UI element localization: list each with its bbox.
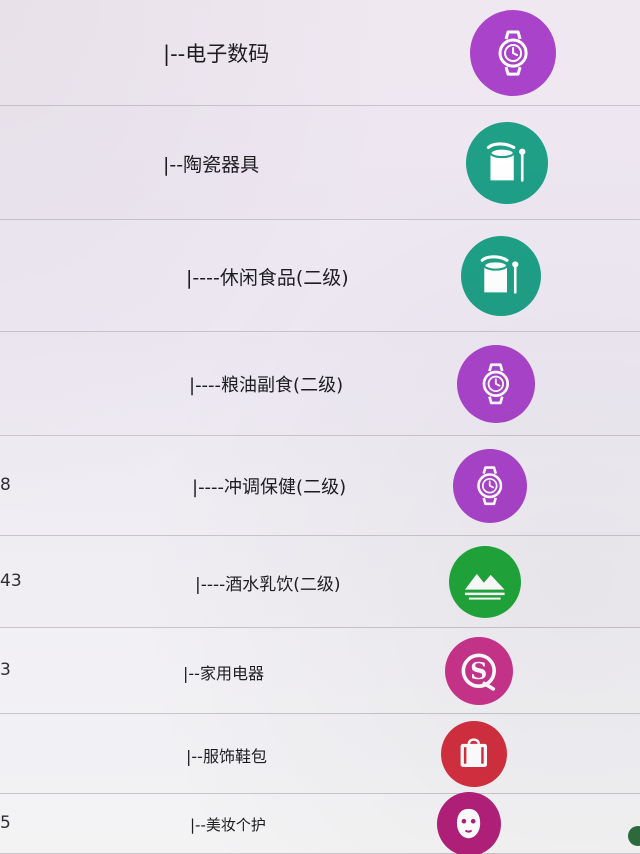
category-row[interactable]: 43 |----酒水乳饮(二级): [0, 536, 640, 628]
watch-icon: [453, 449, 527, 523]
watch-icon: [457, 345, 535, 423]
category-name: |----酒水乳饮(二级): [195, 575, 341, 596]
category-name: |----粮油副食(二级): [189, 375, 344, 397]
category-row[interactable]: |--服饰鞋包: [0, 714, 640, 794]
face-mask-icon: [437, 792, 501, 854]
category-row[interactable]: |----休闲食品(二级): [0, 220, 640, 332]
svg-text:S: S: [470, 657, 487, 685]
category-id: 43: [0, 571, 22, 591]
cup-icon: [466, 122, 548, 204]
bag-icon: [441, 721, 507, 787]
category-row[interactable]: 8 |----冲调保健(二级): [0, 436, 640, 536]
category-name: |----休闲食品(二级): [186, 266, 349, 289]
category-name: |----冲调保健(二级): [192, 477, 347, 499]
category-row[interactable]: 3 |--家用电器 S: [0, 628, 640, 714]
category-row[interactable]: |----粮油副食(二级): [0, 332, 640, 436]
category-list-screen: |--电子数码 |--陶瓷器具 |----休闲食品(二级) |----粮油副食(二级)…: [0, 0, 640, 854]
category-name: |--美妆个护: [190, 815, 266, 834]
watch-icon: [470, 10, 556, 96]
cup-icon: [461, 236, 541, 316]
category-id: 5: [0, 813, 11, 833]
mountain-icon: [449, 546, 521, 618]
category-name: |--服饰鞋包: [186, 746, 267, 766]
category-row[interactable]: |--电子数码: [0, 0, 640, 106]
category-row[interactable]: 5 |--美妆个护: [0, 792, 640, 854]
category-id: 3: [0, 660, 11, 680]
category-row[interactable]: |--陶瓷器具: [0, 106, 640, 220]
s-logo-icon: S: [445, 637, 513, 705]
category-name: |--陶瓷器具: [163, 153, 260, 176]
category-name: |--电子数码: [163, 42, 270, 67]
category-name: |--家用电器: [183, 663, 264, 683]
category-id: 8: [0, 475, 11, 495]
